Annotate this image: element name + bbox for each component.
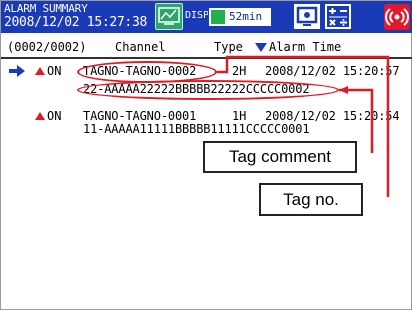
alarm-summary-screen: ALARM SUMMARY 2008/12/02 15:27:38 DISP 5… [0, 0, 412, 310]
tag-comment-callout: Tag comment [203, 141, 357, 173]
tag-no-callout: Tag no. [259, 183, 363, 216]
